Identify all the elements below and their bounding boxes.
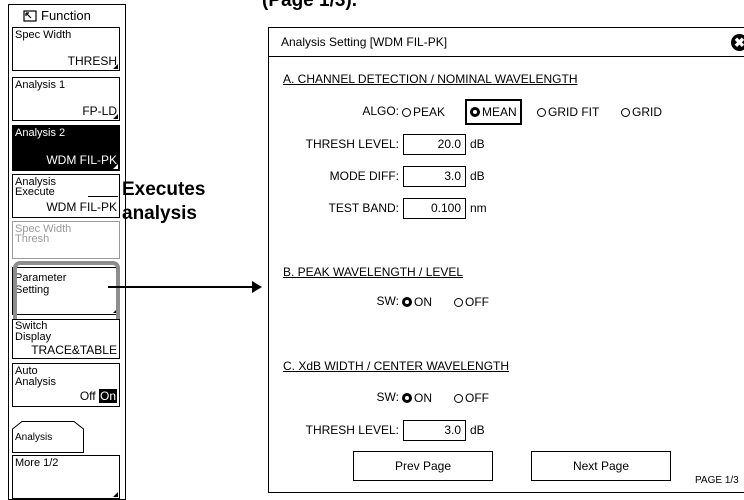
corner-mark-icon xyxy=(113,114,118,119)
title-divider xyxy=(269,56,744,57)
radio-label: ON xyxy=(414,295,432,309)
function-softkey-panel: Function Spec Width THRESH Analysis 1 FP… xyxy=(8,4,126,500)
softkey-auto-analysis[interactable]: Auto Analysis Off On xyxy=(12,363,120,407)
toggle-off-label: Off xyxy=(79,389,96,403)
softkey-label: Analysis 1 xyxy=(15,79,66,91)
radio-selected-icon xyxy=(470,107,480,117)
softkey-analysis-tab[interactable]: Analysis xyxy=(12,421,84,453)
softkey-label-2: Display xyxy=(15,331,52,343)
mode-diff-field[interactable]: 3.0 xyxy=(403,166,466,187)
peak-sw-on[interactable]: ON xyxy=(402,293,432,311)
arrow-right-icon xyxy=(252,281,262,293)
radio-label: GRID FIT xyxy=(548,105,600,119)
radio-selected-icon xyxy=(402,297,412,307)
corner-mark-icon xyxy=(113,64,118,69)
thresh-level-label: THRESH LEVEL: xyxy=(305,137,399,151)
softkey-label: Spec Width xyxy=(15,29,72,41)
softkey-value: THRESH xyxy=(67,54,117,68)
radio-label: ON xyxy=(414,391,432,405)
softkey-more[interactable]: More 1/2 xyxy=(12,455,120,499)
softkey-value: WDM FIL-PK xyxy=(46,153,117,167)
algo-option-peak[interactable]: PEAK xyxy=(402,103,445,121)
page-indicator: PAGE 1/3 xyxy=(695,475,739,486)
algo-option-grid-fit[interactable]: GRID FIT xyxy=(537,103,599,121)
corner-mark-icon xyxy=(113,164,118,169)
thresh-level-field[interactable]: 20.0 xyxy=(403,134,466,155)
softkey-analysis-1[interactable]: Analysis 1 FP-LD xyxy=(12,77,120,121)
function-title: Function xyxy=(9,5,125,27)
radio-label: PEAK xyxy=(413,105,446,119)
section-b-heading: B. PEAK WAVELENGTH / LEVEL xyxy=(283,265,464,279)
function-return-icon xyxy=(23,10,37,22)
thresh-level-unit: dB xyxy=(470,137,485,151)
function-label: Function xyxy=(41,8,91,23)
radio-icon xyxy=(537,108,546,117)
callout-executes-analysis: Executes analysis xyxy=(122,178,205,226)
softkey-value: WDM FIL-PK xyxy=(46,200,117,214)
radio-icon xyxy=(621,108,630,117)
callout-line-1: Executes xyxy=(122,179,206,200)
softkey-switch-display[interactable]: Switch Display TRACE&TABLE xyxy=(12,319,120,359)
softkey-spec-width-thresh[interactable]: Spec Width Thresh xyxy=(12,221,120,259)
softkey-analysis-2[interactable]: Analysis 2 WDM FIL-PK xyxy=(12,125,120,171)
softkey-spec-width[interactable]: Spec Width THRESH xyxy=(12,27,120,71)
xdb-sw-on[interactable]: ON xyxy=(402,389,432,407)
test-band-unit: nm xyxy=(470,201,487,215)
section-c-heading: C. XdB WIDTH / CENTER WAVELENGTH xyxy=(283,359,510,373)
xdb-thresh-level-field[interactable]: 3.0 xyxy=(403,420,466,441)
algo-option-mean[interactable]: MEAN xyxy=(465,99,522,125)
callout-line-2: analysis xyxy=(122,203,197,224)
peak-sw-label: SW: xyxy=(376,294,399,308)
radio-label: OFF xyxy=(465,391,489,405)
test-band-label: TEST BAND: xyxy=(328,201,399,215)
softkey-label: Analysis 2 xyxy=(15,127,66,139)
softkey-label-2: Analysis xyxy=(15,376,56,388)
callout-leader-line xyxy=(88,196,118,197)
radio-icon xyxy=(454,394,463,403)
softkey-value: TRACE&TABLE xyxy=(31,343,117,357)
toggle-on-label: On xyxy=(98,389,117,403)
page-heading: (Page 1/3). xyxy=(262,0,358,11)
algo-label: ALGO: xyxy=(362,104,399,118)
mode-diff-unit: dB xyxy=(470,169,485,183)
corner-mark-icon xyxy=(113,492,118,497)
xdb-thresh-level-label: THRESH LEVEL: xyxy=(305,423,399,437)
radio-selected-icon xyxy=(402,393,412,403)
arrow-line xyxy=(108,286,253,288)
softkey-label: More 1/2 xyxy=(15,457,59,469)
radio-label: GRID xyxy=(632,105,662,119)
xdb-thresh-level-unit: dB xyxy=(470,423,485,437)
radio-label: OFF xyxy=(465,295,489,309)
softkey-label-2: Thresh xyxy=(15,233,50,245)
xdb-sw-off[interactable]: OFF xyxy=(454,389,489,407)
xdb-sw-label: SW: xyxy=(376,390,399,404)
softkey-label-2: Execute xyxy=(15,186,55,198)
auto-analysis-toggle: Off On xyxy=(80,389,117,403)
radio-label: MEAN xyxy=(482,105,517,119)
analysis-setting-dialog: Analysis Setting [WDM FIL-PK] ✖ A. CHANN… xyxy=(268,27,744,493)
softkey-value: FP-LD xyxy=(82,104,117,118)
close-icon[interactable]: ✖ xyxy=(731,34,744,51)
test-band-field[interactable]: 0.100 xyxy=(403,198,466,219)
softkey-label: Analysis xyxy=(15,432,53,443)
radio-icon xyxy=(402,108,411,117)
section-a-heading: A. CHANNEL DETECTION / NOMINAL WAVELENGT… xyxy=(283,72,578,86)
algo-option-grid[interactable]: GRID xyxy=(621,103,662,121)
mode-diff-label: MODE DIFF: xyxy=(329,169,399,183)
dialog-title: Analysis Setting [WDM FIL-PK] xyxy=(281,35,448,49)
next-page-button[interactable]: Next Page xyxy=(531,451,671,481)
peak-sw-off[interactable]: OFF xyxy=(454,293,489,311)
radio-icon xyxy=(454,298,463,307)
prev-page-button[interactable]: Prev Page xyxy=(353,451,493,481)
